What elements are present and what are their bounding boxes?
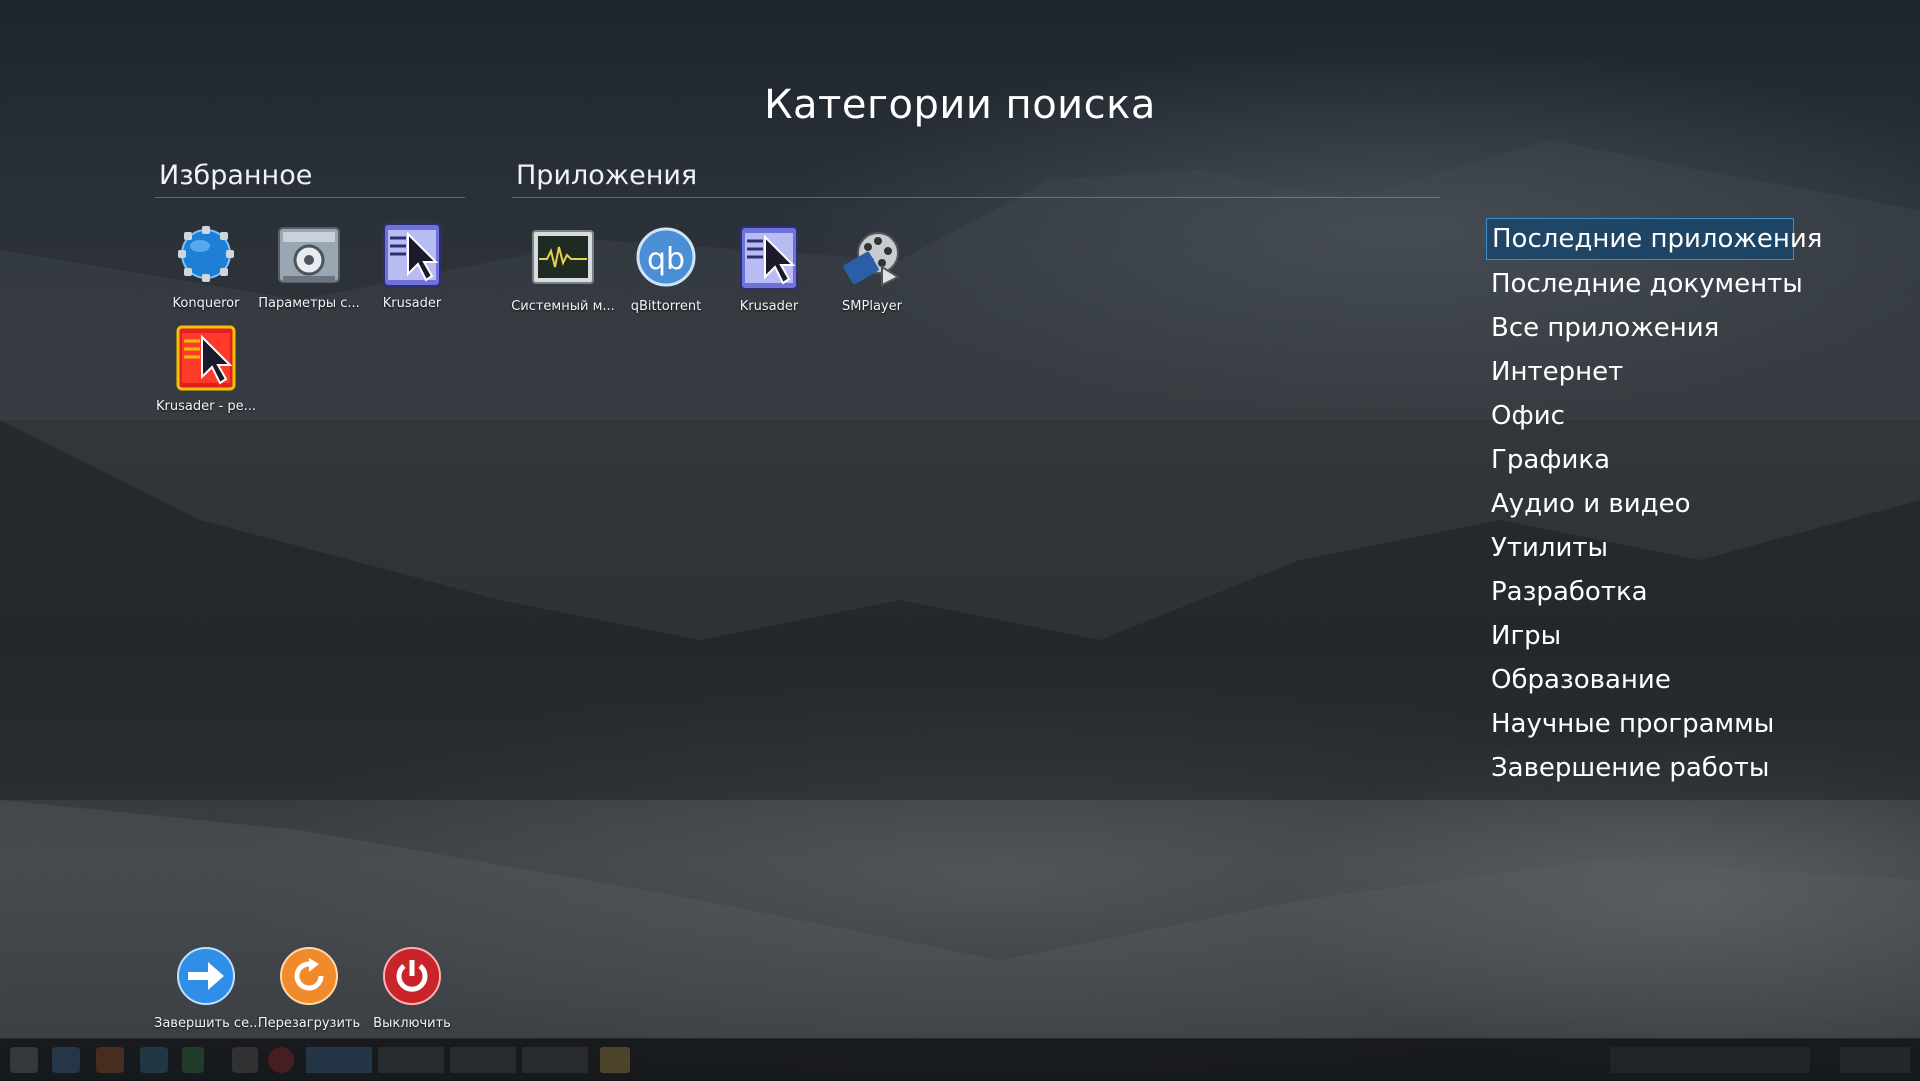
- session-label: Выключить: [373, 1016, 451, 1031]
- category-education[interactable]: Образование: [1486, 658, 1794, 702]
- app-label: Konqueror: [172, 296, 240, 311]
- taskbar-app-icon[interactable]: [52, 1047, 80, 1073]
- category-graphics[interactable]: Графика: [1486, 438, 1794, 482]
- krusader-icon: [740, 226, 798, 290]
- app-label: SMPlayer: [842, 299, 902, 314]
- taskbar-app-icon[interactable]: [140, 1047, 168, 1073]
- taskbar-app-icon[interactable]: [268, 1047, 294, 1073]
- category-audio-video[interactable]: Аудио и видео: [1486, 482, 1794, 526]
- app-krusader-root[interactable]: Krusader - ре...: [154, 323, 258, 414]
- app-krusader[interactable]: Krusader: [717, 223, 821, 314]
- app-label: Параметры с...: [258, 296, 360, 311]
- system-monitor-icon: [532, 230, 594, 284]
- session-label: Завершить се...: [154, 1016, 262, 1031]
- svg-text:qb: qb: [647, 242, 685, 277]
- app-label: qBittorrent: [630, 299, 702, 314]
- app-qbittorrent[interactable]: qb qBittorrent: [614, 223, 718, 314]
- smplayer-icon: [843, 232, 901, 287]
- app-label: Системный м...: [511, 299, 615, 314]
- app-label: Krusader: [382, 296, 442, 311]
- taskbar-window-button[interactable]: [450, 1047, 516, 1073]
- restart-icon: [280, 947, 338, 1005]
- category-office[interactable]: Офис: [1486, 394, 1794, 438]
- taskbar-folder-icon[interactable]: [600, 1047, 630, 1073]
- taskbar-app-icon[interactable]: [182, 1047, 204, 1073]
- category-shutdown[interactable]: Завершение работы: [1486, 746, 1794, 790]
- favorites-heading: Избранное: [159, 160, 313, 191]
- taskbar: [0, 1038, 1920, 1081]
- taskbar-launcher-icon[interactable]: [10, 1047, 38, 1073]
- app-label: Krusader: [739, 299, 799, 314]
- system-tray: [1610, 1047, 1810, 1073]
- category-recent-apps[interactable]: Последние приложения: [1486, 218, 1822, 260]
- app-system-settings[interactable]: Параметры с...: [257, 220, 361, 311]
- logout-button[interactable]: Завершить се...: [154, 940, 262, 1031]
- taskbar-window-button[interactable]: [306, 1047, 372, 1073]
- krusader-icon: [383, 223, 441, 287]
- category-recent-documents[interactable]: Последние документы: [1486, 262, 1803, 306]
- session-label: Перезагрузить: [257, 1016, 361, 1031]
- category-games[interactable]: Игры: [1486, 614, 1794, 658]
- app-smplayer[interactable]: SMPlayer: [820, 223, 924, 314]
- page-title: Категории поиска: [764, 82, 1156, 128]
- krusader-root-icon: [176, 325, 236, 391]
- category-all-apps[interactable]: Все приложения: [1486, 306, 1794, 350]
- app-konqueror[interactable]: Konqueror: [154, 220, 258, 311]
- qbittorrent-icon: qb: [636, 227, 696, 287]
- logout-arrow-icon: [177, 947, 235, 1005]
- taskbar-window-button[interactable]: [522, 1047, 588, 1073]
- shutdown-button[interactable]: Выключить: [360, 940, 464, 1031]
- globe-icon: [178, 226, 234, 282]
- category-utilities[interactable]: Утилиты: [1486, 526, 1794, 570]
- taskbar-window-button[interactable]: [378, 1047, 444, 1073]
- settings-icon: [278, 227, 340, 283]
- applications-divider: [512, 197, 1440, 198]
- taskbar-app-icon[interactable]: [232, 1047, 258, 1073]
- app-label: Krusader - ре...: [155, 399, 257, 414]
- category-development[interactable]: Разработка: [1486, 570, 1794, 614]
- category-science[interactable]: Научные программы: [1486, 702, 1794, 746]
- power-icon: [383, 947, 441, 1005]
- app-system-monitor[interactable]: Системный м...: [511, 223, 615, 314]
- applications-heading: Приложения: [516, 160, 698, 191]
- favorites-divider: [155, 197, 465, 198]
- clock[interactable]: [1840, 1047, 1910, 1073]
- category-list: Последние приложения Последние документы…: [1486, 218, 1846, 790]
- restart-button[interactable]: Перезагрузить: [257, 940, 361, 1031]
- app-krusader-favorite[interactable]: Krusader: [360, 220, 464, 311]
- category-internet[interactable]: Интернет: [1486, 350, 1794, 394]
- taskbar-app-icon[interactable]: [96, 1047, 124, 1073]
